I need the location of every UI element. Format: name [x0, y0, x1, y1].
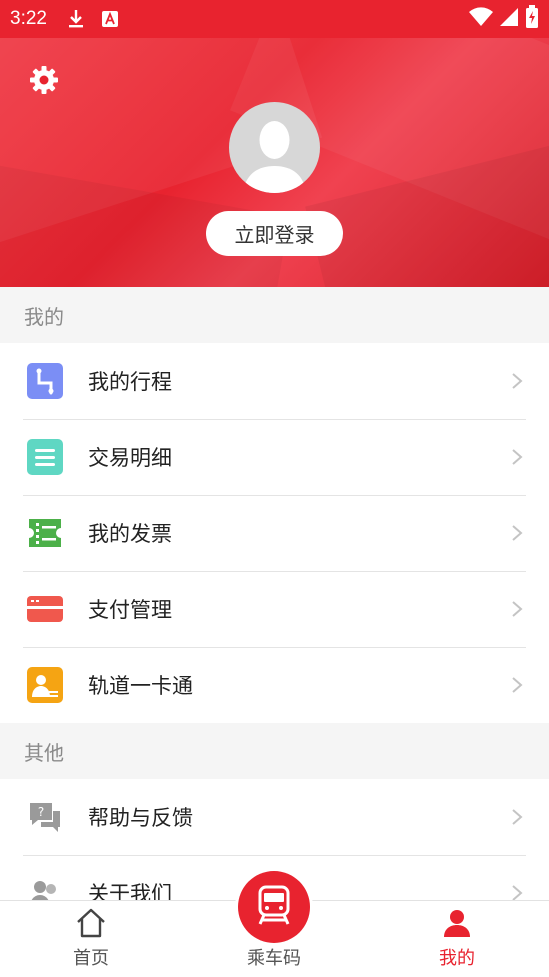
- login-button[interactable]: 立即登录: [206, 211, 343, 256]
- section-title-other: 其他: [0, 723, 549, 779]
- train-icon: [252, 883, 296, 931]
- avatar[interactable]: [229, 102, 320, 193]
- list-item-label: 我的发票: [88, 522, 172, 546]
- gear-icon: [29, 65, 59, 99]
- person-icon: [440, 906, 474, 940]
- chevron-right-icon: [512, 601, 523, 617]
- tab-label: 乘车码: [247, 948, 301, 969]
- list-item-invoices[interactable]: 我的发票: [0, 495, 549, 571]
- invoice-icon: [26, 514, 64, 552]
- tab-label: 我的: [439, 948, 475, 969]
- list-item-label: 支付管理: [88, 598, 172, 622]
- chevron-right-icon: [512, 677, 523, 693]
- home-icon: [74, 906, 108, 940]
- chevron-right-icon: [512, 525, 523, 541]
- list-icon: [26, 438, 64, 476]
- tab-label: 首页: [73, 948, 109, 969]
- svg-text:?: ?: [38, 805, 44, 819]
- tab-home[interactable]: 首页: [31, 901, 151, 977]
- card-icon: [26, 590, 64, 628]
- list-item-label: 关于我们: [88, 882, 172, 900]
- list-item-transactions[interactable]: 交易明细: [0, 419, 549, 495]
- help-feedback-icon: ?: [26, 798, 64, 836]
- list-item-metro-card[interactable]: 轨道一卡通: [0, 647, 549, 723]
- list-item-payment[interactable]: 支付管理: [0, 571, 549, 647]
- wifi-icon: [469, 7, 493, 31]
- profile-header: 立即登录: [0, 38, 549, 287]
- status-bar: 3:22: [0, 0, 549, 38]
- settings-button[interactable]: [26, 64, 62, 100]
- list-item-label: 轨道一卡通: [88, 674, 193, 698]
- list-item-label: 帮助与反馈: [88, 806, 193, 830]
- chevron-right-icon: [512, 449, 523, 465]
- tab-mine[interactable]: 我的: [397, 901, 517, 977]
- list-item-my-trips[interactable]: 我的行程: [0, 343, 549, 419]
- id-card-icon: [26, 666, 64, 704]
- battery-charging-icon: [525, 5, 539, 33]
- signal-icon: [499, 7, 519, 31]
- font-icon: [99, 8, 121, 30]
- list-item-help-feedback[interactable]: ? 帮助与反馈: [0, 779, 549, 855]
- about-users-icon: [26, 874, 64, 900]
- chevron-right-icon: [512, 809, 523, 825]
- route-icon: [26, 362, 64, 400]
- ride-code-button[interactable]: [238, 871, 310, 943]
- chevron-right-icon: [512, 885, 523, 900]
- bottom-tab-bar: 首页 乘车码 我的: [0, 871, 549, 977]
- mine-list: 我的行程 交易明细 我的发票 支付管理 轨道一卡通: [0, 343, 549, 723]
- list-item-label: 交易明细: [88, 446, 172, 470]
- status-time: 3:22: [10, 8, 47, 29]
- chevron-right-icon: [512, 373, 523, 389]
- section-title-mine: 我的: [0, 287, 549, 343]
- download-icon: [65, 8, 87, 30]
- list-item-label: 我的行程: [88, 370, 172, 394]
- default-avatar-icon: [229, 121, 320, 193]
